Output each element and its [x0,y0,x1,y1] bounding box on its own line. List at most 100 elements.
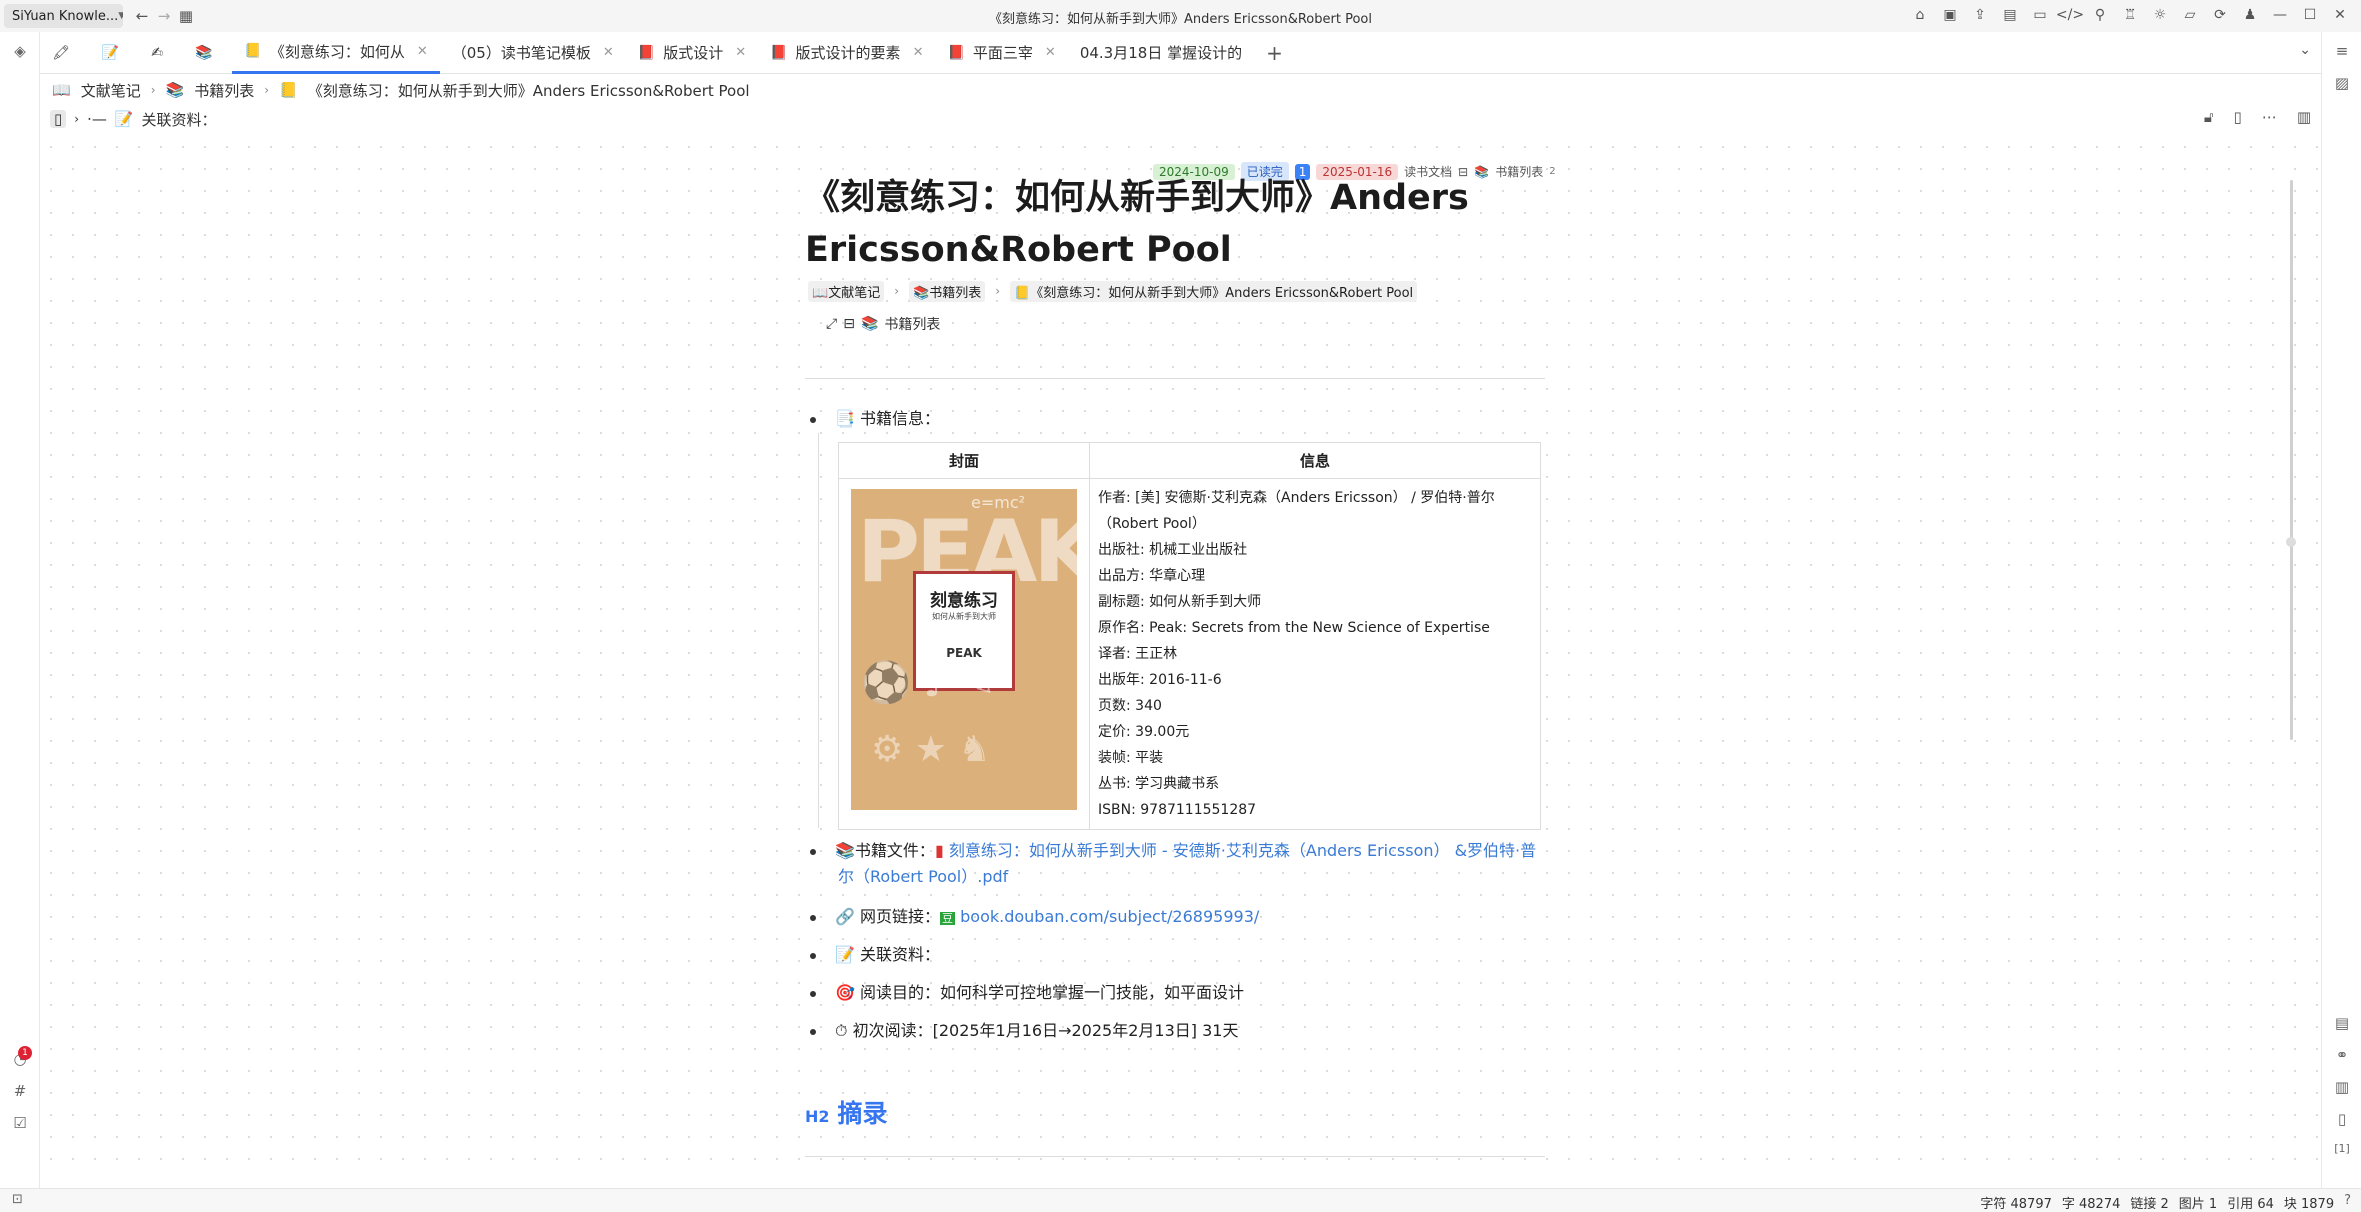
pdf-link[interactable]: 尔（Robert Pool）.pdf [838,867,1008,886]
tab-layout-elements[interactable]: 📕 版式设计的要素 ✕ [758,32,935,74]
path-item[interactable]: 📒《刻意练习：如何从新手到大师》Anders Ericsson&Robert P… [1010,280,1418,302]
maximize-icon[interactable]: ☐ [2299,4,2321,26]
doc-path: 📖文献笔记 › 📚书籍列表 › 📒《刻意练习：如何从新手到大师》Anders E… [808,280,1418,302]
path-item[interactable]: 📚书籍列表 [909,280,986,302]
notebook-icon: 📒 [279,81,298,99]
terminal-icon[interactable]: ▭ [2029,4,2051,26]
checklist-icon[interactable]: ☑ [10,1114,30,1134]
section-heading[interactable]: H2 摘录 [805,1094,896,1130]
split-icon[interactable]: ▥ [2297,108,2311,126]
bullet[interactable] [810,990,816,997]
list-item[interactable]: ⏱ 初次阅读：[2025年1月16日→2025年2月13日] 31天 [810,1017,1238,1041]
bookmark-icon[interactable]: ▤ [2332,1014,2352,1034]
memo-icon: 📝 [835,945,855,964]
bullet[interactable] [810,1028,816,1035]
notification-icon[interactable]: ◔ 1 [10,1046,32,1070]
tab-pinned-1[interactable]: 🖍 [40,32,90,74]
dock-toggle-icon[interactable]: ⊡ [12,1192,23,1207]
chevron-right-icon: › [894,284,900,298]
list-text: 书籍文件： [854,841,935,860]
clipboard-icon[interactable]: ▤ [1999,4,2021,26]
page-title[interactable]: 《刻意练习：如何从新手到大师》Anders Ericsson&Robert Po… [805,172,1565,276]
outline-icon[interactable]: ≡ [2332,42,2352,62]
help-icon[interactable]: ? [2344,1193,2351,1212]
layers-icon[interactable]: ◈ [10,42,30,62]
close-icon[interactable]: ✕ [1045,45,1056,60]
file-icon[interactable]: ▯ [50,110,67,128]
expand-icon[interactable]: ⤢ [826,316,837,332]
chevron-right-icon: › [150,83,156,97]
bullet[interactable] [810,416,816,423]
path-label: 文献笔记 [828,285,881,301]
back-icon[interactable]: ← [131,5,153,27]
list-item[interactable]: 📚书籍文件：▮ 刻意练习：如何从新手到大师 - 安德斯·艾利克森（Anders … [810,838,1536,864]
scroll-marker[interactable] [2286,537,2296,547]
list-item[interactable]: 🎯 阅读目的：如何科学可控地掌握一门技能，如平面设计 [810,979,1244,1003]
search-icon[interactable]: ⚲ [2089,4,2111,26]
doc-icon[interactable]: ▯ [2234,108,2242,126]
code-icon[interactable]: </> [2056,4,2084,26]
sync-icon[interactable]: ⟳ [2209,4,2231,26]
folder-icon[interactable]: ▱ [2179,4,2201,26]
bullet[interactable] [810,848,816,855]
close-icon[interactable]: ✕ [603,45,614,60]
web-link[interactable]: book.douban.com/subject/26895993/ [960,907,1259,926]
tab-march18[interactable]: 04.3月18日 掌握设计的 [1068,32,1254,74]
backlink-icon[interactable]: ▥ [2332,1078,2352,1098]
tab-pinned-4[interactable]: 📚 [183,32,232,74]
database-link-row: ⤢ ⊟ 📚 书籍列表 [826,314,940,334]
chevron-down-icon: ▼ [118,11,123,21]
lock-icon[interactable]: 🔓︎ [2204,108,2214,126]
info-line: 丛书: 学习典藏书系 [1098,776,1220,792]
minimize-icon[interactable]: — [2269,4,2291,26]
tab-layout-design[interactable]: 📕 版式设计 ✕ [626,32,758,74]
close-icon[interactable]: ✕ [417,44,428,59]
tab-pinned-2[interactable]: 📝 [90,32,139,74]
breadcrumb-item[interactable]: 文献笔记 [81,80,141,101]
chevron-right-icon[interactable]: › [74,112,79,126]
home-icon[interactable]: ⌂ [1909,4,1931,26]
editor-scrollbar[interactable] [2290,180,2293,740]
tab-pinned-3[interactable]: ✍ [139,32,183,74]
path-item[interactable]: 📖文献笔记 [808,280,885,302]
pdf-link[interactable]: 刻意练习：如何从新手到大师 - 安德斯·艾利克森（Anders Ericsson… [949,841,1536,860]
close-icon[interactable]: ✕ [735,45,746,60]
forward-icon[interactable]: → [153,5,175,27]
user-icon[interactable]: ♟ [2239,4,2261,26]
list-item[interactable]: 📑 书籍信息： [810,405,940,429]
tab-template[interactable]: （05）读书笔记模板 ✕ [440,32,626,74]
close-icon[interactable]: ✕ [913,45,924,60]
new-tab-button[interactable]: + [1254,32,1295,74]
more-icon[interactable]: ⋯ [2262,108,2277,126]
save-icon[interactable]: ▣ [1939,4,1961,26]
book-icon: 📕 [947,44,965,61]
tab-list-icon[interactable]: ⌄ [2299,42,2311,58]
info-line: 出品方: 华章心理 [1098,568,1206,584]
tab-counter-icon[interactable]: [1] [2332,1142,2352,1162]
book-cover-image[interactable]: PEAK e=mc² 刻意练习 如何从新手到大师 PEAK ⚽ ♪ ✎ ⚙ ★ … [851,489,1077,810]
breadcrumb-item[interactable]: 书籍列表 [194,80,254,101]
list-item[interactable]: 📝 关联资料： [810,941,940,965]
tab-active-doc[interactable]: 📒 《刻意练习：如何从 ✕ [232,32,440,74]
list-item[interactable]: 🔗 网页链接：豆 book.douban.com/subject/2689599… [810,903,1259,927]
file-icon[interactable]: ▯ [2332,1110,2352,1130]
inbox-icon[interactable]: ▨ [2332,74,2352,94]
sun-icon[interactable]: ☼ [2149,4,2171,26]
breadcrumb-item[interactable]: 《刻意练习：如何从新手到大师》Anders Ericsson&Robert Po… [308,80,750,101]
tab-graphic[interactable]: 📕 平面三宰 ✕ [935,32,1067,74]
database-link[interactable]: 书籍列表 [884,314,940,334]
close-icon[interactable]: ✕ [2329,4,2351,26]
upload-icon[interactable]: ⇪ [1969,4,1991,26]
link-icon: 🔗 [835,907,855,926]
workspace-selector[interactable]: SiYuan Knowle... ▼ [4,4,123,28]
books-icon: 📚 [860,316,879,332]
tab-label: 平面三宰 [972,44,1033,62]
bullet[interactable] [810,914,816,921]
notebook-icon: 📒 [244,43,262,59]
tag-icon[interactable]: # [10,1082,30,1102]
bullet[interactable] [810,952,816,959]
shirt-icon[interactable]: ♖ [2119,4,2141,26]
link-count: 链接 2 [2130,1197,2169,1212]
calendar-icon[interactable]: ▦ [175,5,197,27]
link-icon[interactable]: ⚭ [2332,1046,2352,1066]
